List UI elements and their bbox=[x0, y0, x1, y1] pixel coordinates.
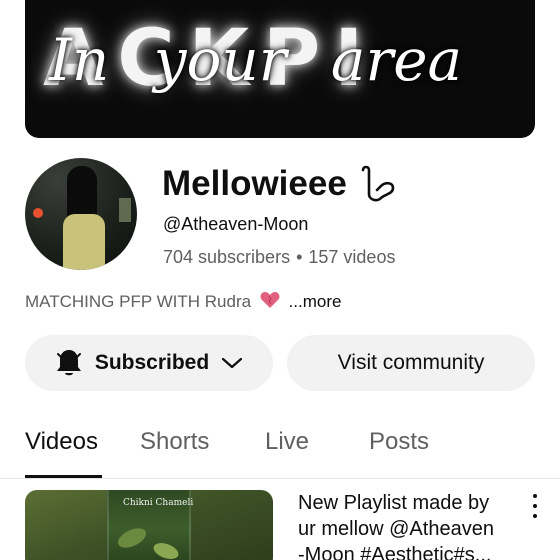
tab-shorts[interactable]: Shorts bbox=[140, 428, 209, 456]
channel-name-row: Mellowieee bbox=[162, 164, 397, 204]
description-text: MATCHING PFP WITH Rudra bbox=[25, 292, 252, 311]
hand-emoji-icon bbox=[361, 165, 395, 202]
banner-script-text: In your area bbox=[49, 26, 463, 94]
visit-community-button[interactable]: Visit community bbox=[287, 335, 535, 391]
subscribed-label: Subscribed bbox=[94, 351, 210, 374]
video-title-line: ur mellow @Atheaven bbox=[298, 518, 494, 540]
thumbnail-caption: Chikni Chameli bbox=[123, 498, 194, 508]
heart-emoji-icon bbox=[260, 292, 280, 308]
channel-banner: ACKPI In your area bbox=[25, 0, 535, 138]
channel-description[interactable]: MATCHING PFP WITH Rudra ...more bbox=[25, 291, 341, 312]
video-title[interactable]: New Playlist made by ur mellow @Atheaven… bbox=[298, 490, 518, 560]
visit-community-label: Visit community bbox=[337, 351, 485, 374]
video-count: 157 videos bbox=[308, 247, 396, 267]
video-title-line: New Playlist made by bbox=[298, 492, 490, 514]
more-vert-icon[interactable] bbox=[526, 494, 544, 518]
more-link[interactable]: ...more bbox=[289, 292, 342, 311]
tab-videos[interactable]: Videos bbox=[25, 428, 98, 456]
video-thumbnail[interactable]: Chikni Chameli bbox=[25, 490, 273, 560]
bell-filled-icon bbox=[56, 350, 81, 376]
tabs-divider bbox=[0, 478, 560, 479]
subscriber-count: 704 subscribers bbox=[163, 247, 291, 267]
avatar-figure-dress bbox=[63, 214, 105, 270]
avatar-bg-light bbox=[33, 208, 43, 218]
video-title-line: -Moon #Aesthetic#s... bbox=[298, 544, 492, 560]
channel-tabs: Videos Shorts Live Posts bbox=[0, 418, 560, 478]
channel-handle: @Atheaven-Moon bbox=[163, 214, 309, 234]
tab-live[interactable]: Live bbox=[265, 428, 309, 456]
channel-stats: 704 subscribers • 157 videos bbox=[163, 247, 395, 268]
stats-separator: • bbox=[296, 247, 303, 267]
avatar-bg-post bbox=[119, 198, 131, 222]
menu-dot bbox=[533, 494, 537, 498]
chevron-down-icon bbox=[222, 357, 243, 369]
tab-posts[interactable]: Posts bbox=[369, 428, 429, 456]
subscribed-button[interactable]: Subscribed bbox=[25, 335, 273, 391]
channel-name: Mellowieee bbox=[162, 164, 347, 203]
channel-avatar[interactable] bbox=[25, 158, 137, 270]
menu-dot bbox=[533, 504, 537, 508]
menu-dot bbox=[533, 514, 537, 518]
